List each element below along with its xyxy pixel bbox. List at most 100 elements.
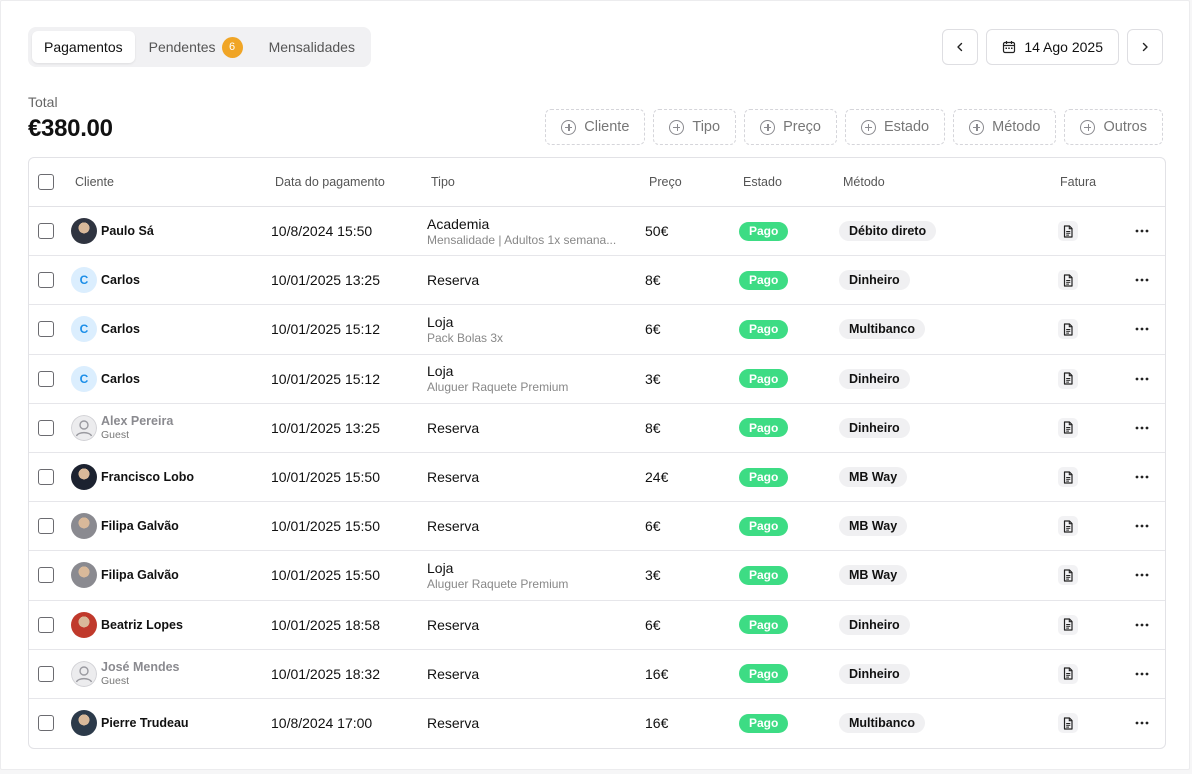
client-cell[interactable]: Pierre Trudeau — [71, 699, 189, 748]
row-checkbox[interactable] — [38, 223, 54, 240]
row-actions-button[interactable] — [1132, 369, 1152, 389]
client-cell[interactable]: Paulo Sá — [71, 207, 154, 255]
payment-date: 10/01/2025 13:25 — [271, 419, 380, 436]
filter-estado-button[interactable]: Estado — [844, 109, 946, 145]
filter-cliente-button[interactable]: Cliente — [545, 109, 646, 145]
status-badge: Pago — [739, 565, 789, 585]
avatar: C — [71, 316, 97, 343]
client-cell[interactable]: Francisco Lobo — [71, 453, 194, 501]
client-cell[interactable]: C Carlos — [71, 256, 140, 304]
row-actions-button[interactable] — [1132, 713, 1152, 733]
row-actions-button[interactable] — [1132, 467, 1152, 487]
more-options-icon — [1135, 328, 1149, 331]
client-cell[interactable]: C Carlos — [71, 355, 140, 403]
table-row[interactable]: Filipa Galvão 10/01/2025 15:50 Reserva 6… — [29, 502, 1165, 552]
payment-date: 10/01/2025 13:25 — [271, 272, 380, 289]
table-row[interactable]: C Carlos 10/01/2025 15:12 Loja Pack Bolas… — [29, 305, 1165, 355]
row-checkbox[interactable] — [38, 616, 54, 633]
status-badge: Pago — [739, 270, 789, 290]
client-cell[interactable]: José Mendes Guest — [71, 650, 180, 698]
column-header-metodo[interactable]: Método — [843, 158, 885, 206]
row-actions-button[interactable] — [1132, 664, 1152, 684]
table-row[interactable]: Francisco Lobo 10/01/2025 15:50 Reserva … — [29, 453, 1165, 503]
invoice-button[interactable] — [1058, 663, 1078, 684]
row-checkbox[interactable] — [38, 321, 54, 338]
status-badge: Pago — [739, 516, 789, 536]
row-actions-button[interactable] — [1132, 319, 1152, 339]
row-checkbox[interactable] — [38, 715, 54, 732]
filter-metodo-button[interactable]: Método — [953, 109, 1057, 145]
client-cell[interactable]: C Carlos — [71, 305, 140, 353]
table-row[interactable]: Paulo Sá 10/8/2024 15:50 Academia Mensali… — [29, 207, 1165, 257]
row-checkbox[interactable] — [38, 419, 54, 436]
next-date-button[interactable] — [1127, 29, 1163, 65]
avatar — [71, 513, 97, 540]
client-name: Beatriz Lopes — [101, 617, 183, 632]
tab-pagamentos[interactable]: Pagamentos — [32, 31, 135, 63]
row-checkbox[interactable] — [38, 518, 54, 535]
filter-tipo-button[interactable]: Tipo — [653, 109, 737, 145]
client-cell[interactable]: Filipa Galvão — [71, 551, 179, 599]
row-actions-button[interactable] — [1132, 270, 1152, 290]
previous-date-button[interactable] — [942, 29, 979, 65]
select-all-checkbox[interactable] — [38, 174, 54, 190]
client-cell[interactable]: Beatriz Lopes — [71, 601, 183, 649]
pending-count-badge: 6 — [221, 36, 243, 58]
invoice-button[interactable] — [1058, 319, 1078, 340]
invoice-button[interactable] — [1058, 270, 1078, 291]
filter-label: Tipo — [692, 119, 721, 135]
row-checkbox[interactable] — [38, 469, 54, 486]
column-header-preco[interactable]: Preço — [649, 158, 682, 206]
more-options-icon — [1135, 278, 1149, 282]
tab-mensalidades[interactable]: Mensalidades — [257, 31, 367, 63]
tab-pendentes[interactable]: Pendentes 6 — [137, 31, 255, 63]
table-row[interactable]: C Carlos 10/01/2025 15:12 Loja Aluguer Ra… — [29, 355, 1165, 404]
table-row[interactable]: Pierre Trudeau 10/8/2024 17:00 Reserva 1… — [29, 699, 1165, 748]
invoice-button[interactable] — [1058, 565, 1078, 586]
tab-bar: Pagamentos Pendentes 6 Mensalidades — [28, 27, 371, 67]
invoice-button[interactable] — [1058, 368, 1078, 389]
row-checkbox[interactable] — [38, 665, 54, 682]
invoice-button[interactable] — [1058, 614, 1078, 635]
avatar — [71, 464, 97, 491]
tab-label: Mensalidades — [268, 39, 355, 55]
date-picker-button[interactable]: 14 Ago 2025 — [986, 29, 1119, 65]
filter-label: Preço — [783, 119, 821, 135]
chevron-left-icon — [957, 42, 963, 52]
filter-preco-button[interactable]: Preço — [744, 109, 837, 145]
payment-method-badge: MB Way — [839, 516, 908, 537]
invoice-button[interactable] — [1058, 467, 1078, 488]
table-row[interactable]: Filipa Galvão 10/01/2025 15:50 Loja Alugu… — [29, 551, 1165, 601]
price: 24€ — [645, 469, 669, 486]
row-checkbox[interactable] — [38, 370, 54, 387]
table-row[interactable]: José Mendes Guest 10/01/2025 18:32 Reserv… — [29, 650, 1165, 699]
column-header-estado[interactable]: Estado — [743, 158, 782, 206]
column-header-tipo[interactable]: Tipo — [431, 158, 455, 206]
price: 3€ — [645, 370, 661, 387]
more-options-icon — [1135, 475, 1149, 479]
payment-method-badge: Dinheiro — [839, 417, 910, 438]
column-header-cliente[interactable]: Cliente — [75, 158, 114, 206]
column-header-data[interactable]: Data do pagamento — [275, 158, 385, 206]
table-row[interactable]: Alex Pereira Guest 10/01/2025 13:25 Reser… — [29, 404, 1165, 453]
filter-bar: Cliente Tipo Preço Estado Método Outros — [545, 109, 1163, 145]
client-cell[interactable]: Alex Pereira Guest — [71, 404, 173, 452]
client-cell[interactable]: Filipa Galvão — [71, 502, 179, 550]
table-row[interactable]: Beatriz Lopes 10/01/2025 18:58 Reserva 6… — [29, 601, 1165, 650]
row-actions-button[interactable] — [1132, 565, 1152, 585]
table-row[interactable]: C Carlos 10/01/2025 13:25 Reserva 8€ Pag… — [29, 256, 1165, 306]
payment-date: 10/01/2025 15:12 — [271, 370, 380, 387]
row-actions-button[interactable] — [1132, 516, 1152, 536]
filter-outros-button[interactable]: Outros — [1064, 109, 1163, 145]
avatar-initial: C — [79, 371, 89, 386]
invoice-button[interactable] — [1058, 713, 1078, 734]
type-label: Reserva — [427, 469, 480, 486]
row-actions-button[interactable] — [1132, 221, 1152, 241]
invoice-button[interactable] — [1058, 516, 1078, 537]
invoice-button[interactable] — [1058, 417, 1078, 438]
row-actions-button[interactable] — [1132, 418, 1152, 438]
row-actions-button[interactable] — [1132, 615, 1152, 635]
invoice-button[interactable] — [1058, 221, 1078, 242]
row-checkbox[interactable] — [38, 272, 54, 289]
row-checkbox[interactable] — [38, 567, 54, 584]
